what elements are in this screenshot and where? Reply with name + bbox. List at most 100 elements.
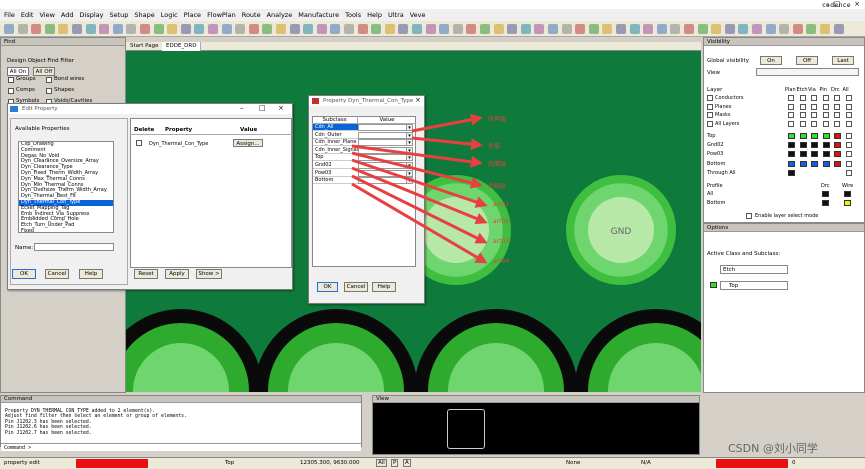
visibility-checkbox[interactable]: [822, 95, 829, 101]
layer-group-label: Masks: [715, 112, 731, 118]
layer-color-swatch[interactable]: [799, 151, 807, 158]
class-dropdown[interactable]: Etch: [720, 265, 788, 274]
column-header: Etch: [796, 87, 808, 93]
layer-group-label: All Layers: [715, 120, 740, 127]
visibility-checkbox[interactable]: [834, 112, 840, 118]
layer-color-swatch[interactable]: [799, 142, 807, 149]
layer-visible-checkbox[interactable]: [846, 142, 852, 149]
layer-label: Pow03: [707, 151, 724, 158]
command-log-line: Pin J1202.7 has been selected.: [5, 430, 92, 436]
options-pane: Options Active Class and Subclass: Etch …: [703, 223, 865, 393]
visibility-checkbox[interactable]: [845, 103, 852, 110]
annotation-arrow: [351, 174, 488, 244]
command-prompt: Command >: [4, 445, 32, 451]
visibility-checkbox[interactable]: [811, 95, 817, 101]
layer-color-swatch[interactable]: [811, 151, 818, 158]
visibility-checkbox[interactable]: [822, 112, 829, 118]
visibility-pane: Visibility Global visibility On Off Last…: [703, 37, 865, 223]
command-pane: Command Property DYN_THERMAL_CON_TYPE ad…: [0, 395, 362, 451]
visibility-off-button[interactable]: Off: [796, 56, 818, 65]
layer-color-swatch[interactable]: [788, 151, 795, 158]
command-input[interactable]: [35, 444, 355, 451]
profile-wire-swatch[interactable]: [844, 200, 851, 206]
status-all[interactable]: All: [376, 459, 387, 467]
visibility-checkbox[interactable]: [834, 103, 840, 110]
layer-visible-checkbox[interactable]: [846, 160, 852, 167]
status-none: None: [566, 460, 581, 466]
annotation-label: 外层: [488, 143, 501, 150]
column-header: Drc: [831, 87, 840, 93]
group-checkbox[interactable]: [707, 112, 713, 118]
visibility-checkbox[interactable]: [788, 95, 794, 101]
view-dropdown[interactable]: [756, 68, 859, 76]
visibility-checkbox[interactable]: [811, 120, 817, 127]
layer-color-swatch[interactable]: [811, 142, 818, 149]
visibility-checkbox[interactable]: [788, 103, 794, 110]
enable-layer-select-checkbox[interactable]: [746, 213, 752, 219]
column-header: All: [842, 87, 849, 93]
layer-visible-checkbox[interactable]: [846, 133, 852, 139]
profile-wire-swatch[interactable]: [844, 191, 851, 197]
layer-color-swatch[interactable]: [799, 133, 807, 139]
layer-color-swatch[interactable]: [788, 160, 795, 167]
visibility-checkbox[interactable]: [799, 103, 806, 110]
subclass-color-swatch[interactable]: [710, 282, 717, 288]
layer-color-swatch[interactable]: [822, 151, 830, 158]
visibility-checkbox[interactable]: [799, 120, 806, 127]
column-header: Via: [808, 87, 816, 93]
annotation-label: art04: [493, 258, 510, 265]
visibility-checkbox[interactable]: [822, 103, 829, 110]
layer-color-swatch[interactable]: [822, 160, 830, 167]
layer-label: Bottom: [707, 160, 726, 167]
profile-drc-swatch[interactable]: [822, 200, 829, 206]
visibility-checkbox[interactable]: [845, 112, 852, 118]
visibility-checkbox[interactable]: [845, 120, 852, 127]
group-checkbox[interactable]: [707, 103, 713, 110]
status-a[interactable]: A: [403, 459, 411, 467]
layer-label: Through All: [707, 169, 736, 176]
view-label: View: [707, 70, 721, 76]
layer-color-swatch[interactable]: [788, 142, 795, 149]
group-checkbox[interactable]: [707, 95, 713, 101]
layer-color-swatch[interactable]: [834, 160, 841, 167]
visibility-checkbox[interactable]: [834, 120, 840, 127]
visibility-checkbox[interactable]: [799, 95, 806, 101]
visibility-last-button[interactable]: Last: [832, 56, 854, 65]
layer-color-swatch[interactable]: [788, 133, 795, 139]
visibility-checkbox[interactable]: [788, 120, 794, 127]
layer-visible-checkbox[interactable]: [846, 169, 852, 176]
status-p[interactable]: P: [391, 459, 399, 467]
active-class-label: Active Class and Subclass:: [707, 251, 781, 257]
visibility-checkbox[interactable]: [834, 95, 840, 101]
visibility-on-button[interactable]: On: [760, 56, 782, 65]
profile-row-label: All: [707, 191, 714, 197]
view-pane[interactable]: View: [372, 395, 700, 455]
annotation-label: 内面层: [488, 161, 507, 168]
status-bar: property edit Top 12305.300, 9630.000 Al…: [0, 457, 865, 469]
visibility-checkbox[interactable]: [811, 112, 817, 118]
layer-color-swatch[interactable]: [799, 160, 807, 167]
column-header: Plan: [785, 87, 796, 93]
layer-color-swatch[interactable]: [822, 142, 830, 149]
visibility-checkbox[interactable]: [845, 95, 852, 101]
layer-color-swatch[interactable]: [811, 160, 818, 167]
layer-color-swatch[interactable]: [834, 151, 841, 158]
command-title: Command: [1, 396, 361, 403]
layer-color-swatch[interactable]: [834, 133, 841, 139]
layer-color-swatch[interactable]: [822, 133, 830, 139]
global-visibility-label: Global visibility: [707, 58, 749, 64]
subclass-dropdown[interactable]: Top: [720, 281, 788, 290]
annotation-arrow: [351, 144, 483, 168]
profile-drc-swatch[interactable]: [822, 191, 829, 197]
layer-color-swatch[interactable]: [788, 169, 795, 176]
group-checkbox[interactable]: [707, 120, 713, 127]
visibility-checkbox[interactable]: [799, 112, 806, 118]
profile-header: Profile: [707, 183, 723, 189]
visibility-checkbox[interactable]: [811, 103, 817, 110]
visibility-checkbox[interactable]: [788, 112, 794, 118]
view-pane-title: View: [373, 396, 699, 403]
visibility-checkbox[interactable]: [822, 120, 829, 127]
layer-color-swatch[interactable]: [811, 133, 818, 139]
layer-color-swatch[interactable]: [834, 142, 841, 149]
layer-visible-checkbox[interactable]: [846, 151, 852, 158]
